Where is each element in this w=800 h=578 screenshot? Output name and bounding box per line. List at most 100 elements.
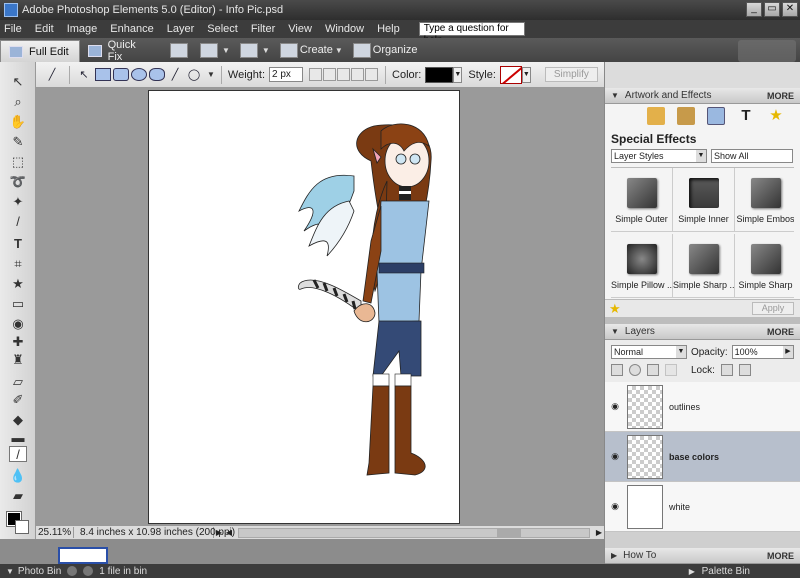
effect-simple-emboss[interactable]: Simple Embos bbox=[735, 168, 794, 232]
new-shape-layer-button[interactable] bbox=[309, 68, 323, 81]
rounded-rectangle-shape-button[interactable] bbox=[113, 68, 129, 81]
add-favorite-star-icon[interactable]: ★ bbox=[609, 301, 621, 317]
chevron-down-icon[interactable]: ▼ bbox=[6, 567, 14, 576]
maximize-button[interactable]: ▭ bbox=[764, 2, 780, 17]
minimize-button[interactable]: _ bbox=[746, 2, 762, 17]
line-shape-icon[interactable]: ╱ bbox=[167, 67, 183, 83]
next-icon[interactable] bbox=[83, 566, 94, 576]
new-layer-icon[interactable] bbox=[611, 364, 623, 376]
scrollbar-thumb[interactable] bbox=[497, 528, 521, 537]
move-tool-icon[interactable]: ↖ bbox=[9, 74, 27, 90]
zoom-level[interactable]: 25.11% bbox=[36, 527, 74, 538]
trash-icon[interactable] bbox=[647, 364, 659, 376]
effect-simple-inner[interactable]: Simple Inner bbox=[673, 168, 735, 232]
menu-window[interactable]: Window bbox=[325, 23, 364, 35]
selection-brush-tool-icon[interactable]: / bbox=[9, 214, 27, 230]
marquee-tool-icon[interactable]: ⬚ bbox=[9, 154, 27, 170]
straighten-tool-icon[interactable]: ▭ bbox=[9, 296, 27, 312]
rectangle-shape-button[interactable] bbox=[95, 68, 111, 81]
effects-type-select[interactable]: Layer Styles ▼ bbox=[611, 149, 707, 163]
style-none-swatch[interactable] bbox=[499, 65, 522, 84]
menu-help[interactable]: Help bbox=[377, 23, 400, 35]
chevron-down-icon[interactable]: ▼ bbox=[453, 66, 463, 83]
scroll-left-icon[interactable]: ◀ bbox=[224, 528, 234, 537]
menu-select[interactable]: Select bbox=[207, 23, 238, 35]
effects-icon[interactable] bbox=[707, 107, 725, 125]
canvas-workspace[interactable] bbox=[36, 88, 604, 525]
adjustment-layer-icon[interactable] bbox=[629, 364, 641, 376]
red-eye-tool-icon[interactable]: ◉ bbox=[9, 316, 27, 332]
apply-button[interactable]: Apply bbox=[752, 302, 794, 315]
exclude-shape-button[interactable] bbox=[365, 68, 379, 81]
background-color-swatch[interactable] bbox=[15, 520, 29, 534]
artwork-effects-header[interactable]: ▼ Artwork and Effects MORE bbox=[605, 88, 800, 104]
simplify-button[interactable]: Simplify bbox=[544, 67, 598, 82]
line-preset-icon[interactable]: ╱ bbox=[44, 67, 60, 83]
how-to-header[interactable]: ▶ How To MORE bbox=[605, 548, 800, 564]
eye-icon[interactable]: ◉ bbox=[605, 501, 625, 512]
shape-select-icon[interactable]: ↖ bbox=[76, 67, 92, 83]
lasso-tool-icon[interactable]: ➰ bbox=[9, 174, 27, 190]
eraser-tool-icon[interactable]: ▱ bbox=[9, 374, 27, 390]
status-menu-arrow-icon[interactable]: ▶ bbox=[214, 528, 224, 537]
intersect-shape-button[interactable] bbox=[351, 68, 365, 81]
document-canvas[interactable] bbox=[148, 90, 460, 524]
link-icon[interactable] bbox=[665, 364, 677, 376]
photo-bin-label[interactable]: Photo Bin bbox=[18, 566, 61, 577]
eye-icon[interactable]: ◉ bbox=[605, 451, 625, 462]
crop-tool-icon[interactable]: ⌗ bbox=[9, 256, 27, 272]
palette-bin-toggle[interactable]: ▶ Palette Bin bbox=[689, 566, 750, 577]
organize-bin-button[interactable]: ▼ bbox=[200, 42, 230, 58]
custom-shape-icon[interactable]: ◯ bbox=[186, 67, 202, 83]
paint-bucket-tool-icon[interactable]: ◆ bbox=[9, 412, 27, 428]
chevron-down-icon[interactable]: ▼ bbox=[521, 66, 531, 83]
share-button[interactable]: ▼ bbox=[239, 42, 270, 58]
effect-simple-sharp-2[interactable]: Simple Sharp bbox=[735, 234, 794, 298]
polygon-shape-button[interactable] bbox=[149, 68, 165, 81]
subtract-shape-button[interactable] bbox=[337, 68, 351, 81]
tab-quick-fix[interactable]: Quick Fix bbox=[80, 39, 160, 63]
artwork-more-button[interactable]: MORE bbox=[767, 91, 794, 101]
close-button[interactable]: ✕ bbox=[782, 2, 798, 17]
show-filter-select[interactable]: Show All bbox=[711, 149, 793, 163]
cookie-cutter-tool-icon[interactable]: ★ bbox=[9, 276, 27, 292]
help-search-input[interactable]: Type a question for help bbox=[418, 22, 525, 46]
ellipse-shape-button[interactable] bbox=[131, 68, 147, 81]
eye-icon[interactable]: ◉ bbox=[605, 401, 625, 412]
lock-all-icon[interactable] bbox=[738, 364, 751, 376]
previous-icon[interactable] bbox=[67, 566, 78, 576]
lock-transparency-icon[interactable] bbox=[720, 364, 733, 376]
menu-image[interactable]: Image bbox=[67, 23, 98, 35]
shape-color-swatch[interactable] bbox=[425, 66, 454, 83]
themes-icon[interactable] bbox=[677, 107, 695, 125]
effect-simple-sharp-1[interactable]: Simple Sharp ... bbox=[673, 233, 735, 298]
menu-layer[interactable]: Layer bbox=[167, 23, 195, 35]
effect-simple-outer[interactable]: Simple Outer bbox=[611, 168, 673, 232]
layer-row-white[interactable]: ◉ white bbox=[605, 482, 800, 532]
brush-tool-icon[interactable]: ✐ bbox=[9, 392, 27, 408]
gradient-tool-icon[interactable]: ▬ bbox=[9, 430, 27, 446]
blend-mode-select[interactable]: Normal ▼ bbox=[611, 345, 687, 359]
artwork-icon[interactable] bbox=[647, 107, 665, 125]
magic-wand-tool-icon[interactable]: ✦ bbox=[9, 194, 27, 210]
text-effects-icon[interactable]: T bbox=[737, 107, 755, 125]
chevron-down-icon[interactable]: ▼ bbox=[207, 70, 215, 79]
effect-simple-pillow[interactable]: Simple Pillow ... bbox=[611, 233, 673, 298]
photo-bin-thumbnail[interactable] bbox=[58, 547, 108, 564]
weight-input[interactable]: 2 px bbox=[269, 67, 304, 82]
opacity-input[interactable]: 100% ▶ bbox=[731, 345, 794, 359]
print-button[interactable] bbox=[170, 42, 190, 58]
shape-tool-icon[interactable]: / bbox=[9, 446, 27, 462]
blur-tool-icon[interactable]: 💧 bbox=[9, 468, 27, 484]
create-button[interactable]: Create ▼ bbox=[279, 42, 343, 58]
type-tool-icon[interactable]: T bbox=[9, 236, 27, 252]
organize-button[interactable]: Organize bbox=[352, 42, 417, 58]
add-to-shape-button[interactable] bbox=[323, 68, 337, 81]
layers-header[interactable]: ▼ Layers MORE bbox=[605, 324, 800, 340]
layer-row-outlines[interactable]: ◉ outlines bbox=[605, 382, 800, 432]
scroll-right-icon[interactable]: ▶ bbox=[594, 528, 604, 537]
horizontal-scrollbar[interactable] bbox=[238, 527, 590, 538]
menu-filter[interactable]: Filter bbox=[251, 23, 275, 35]
healing-brush-tool-icon[interactable]: ✚ bbox=[9, 334, 27, 350]
menu-file[interactable]: File bbox=[4, 23, 22, 35]
